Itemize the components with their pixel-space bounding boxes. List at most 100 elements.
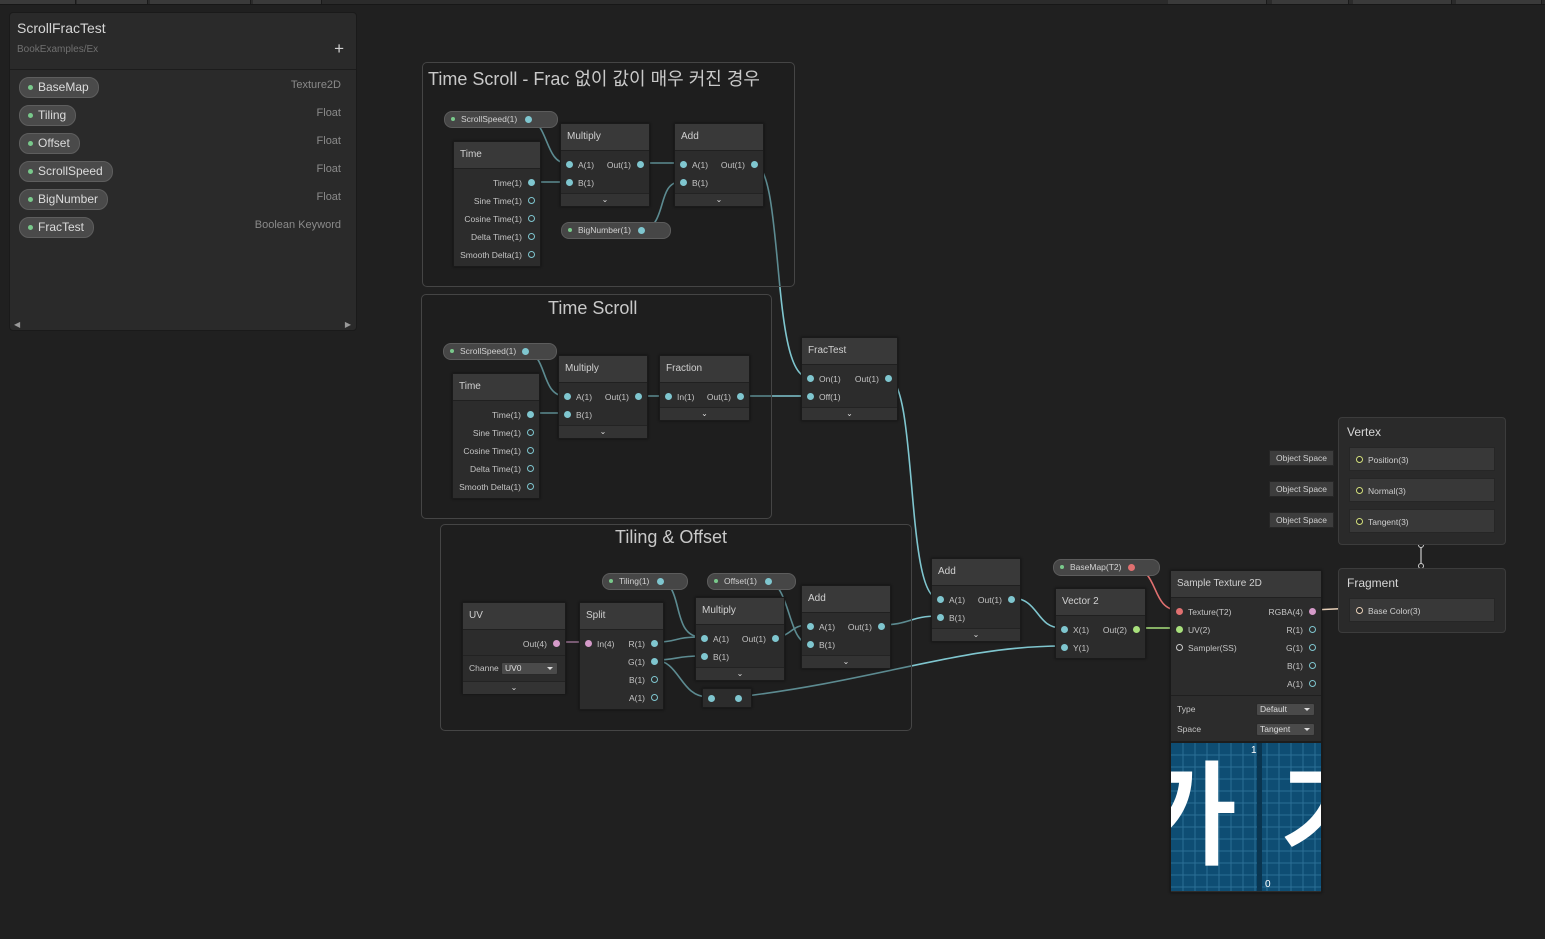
output-port[interactable]: [878, 623, 885, 630]
property-node-basemap[interactable]: BaseMap(T2): [1053, 559, 1160, 576]
group-title[interactable]: Time Scroll - Frac 없이 값이 매우 커진 경우: [428, 65, 760, 91]
output-port[interactable]: [527, 483, 534, 490]
group-title[interactable]: Tiling & Offset: [615, 527, 727, 548]
property-pill[interactable]: Offset: [19, 133, 80, 154]
input-port[interactable]: [1356, 518, 1363, 525]
property-node-bignumber[interactable]: BigNumber(1): [561, 222, 671, 239]
toolbar-toggle[interactable]: [1456, 0, 1542, 4]
property-pill[interactable]: BigNumber: [19, 189, 109, 210]
group-title[interactable]: Time Scroll: [548, 298, 637, 319]
input-port[interactable]: [585, 640, 592, 647]
output-port[interactable]: [735, 695, 742, 702]
expand-chevron-icon[interactable]: ⌄: [932, 628, 1020, 641]
input-port[interactable]: [1061, 644, 1068, 651]
fractest-keyword-node[interactable]: FracTest On(1) Off(1) Out(1) ⌄: [801, 337, 898, 421]
vertex-tangent-slot[interactable]: Tangent(3): [1349, 509, 1495, 533]
scroll-left-icon[interactable]: ◀: [14, 320, 20, 329]
property-row[interactable]: BigNumber Float: [19, 189, 341, 210]
type-dropdown[interactable]: Default: [1256, 703, 1315, 716]
input-port[interactable]: [1356, 456, 1363, 463]
output-port[interactable]: [1309, 626, 1316, 633]
time-node[interactable]: Time Time(1) Sine Time(1) Cosine Time(1)…: [453, 141, 541, 267]
output-port[interactable]: [772, 635, 779, 642]
input-port[interactable]: [701, 653, 708, 660]
input-port[interactable]: [807, 375, 814, 382]
property-pill[interactable]: ScrollSpeed: [19, 161, 113, 182]
horizontal-scrollbar[interactable]: ◀ ▶: [11, 319, 355, 329]
add-node[interactable]: Add A(1) B(1) Out(1) ⌄: [801, 585, 891, 669]
property-pill[interactable]: BaseMap: [19, 77, 99, 98]
expand-chevron-icon[interactable]: ⌄: [802, 407, 897, 420]
property-pill[interactable]: FracTest: [19, 217, 95, 238]
fraction-node[interactable]: Fraction In(1) Out(1) ⌄: [659, 355, 750, 421]
property-row[interactable]: FracTest Boolean Keyword: [19, 217, 341, 238]
property-row[interactable]: Offset Float: [19, 133, 341, 154]
sample-texture-2d-node[interactable]: Sample Texture 2D Texture(T2) UV(2) Samp…: [1170, 570, 1322, 893]
output-port[interactable]: [528, 251, 535, 258]
output-port[interactable]: [527, 429, 534, 436]
add-node[interactable]: Add A(1) B(1) Out(1) ⌄: [674, 123, 764, 207]
input-port[interactable]: [1176, 608, 1183, 615]
editor-tab[interactable]: [253, 0, 322, 4]
input-port[interactable]: [665, 393, 672, 400]
input-port[interactable]: [807, 393, 814, 400]
output-port[interactable]: [635, 393, 642, 400]
toolbar-toggle[interactable]: [1353, 0, 1452, 4]
multiply-node[interactable]: Multiply A(1) B(1) Out(1) ⌄: [560, 123, 650, 207]
property-row[interactable]: Tiling Float: [19, 105, 341, 126]
output-port[interactable]: [1309, 680, 1316, 687]
output-port[interactable]: [1128, 564, 1135, 571]
scroll-right-icon[interactable]: ▶: [345, 320, 351, 329]
output-port[interactable]: [1133, 626, 1140, 633]
uv-node[interactable]: UV Out(4) Channe UV0 ⌄: [462, 602, 566, 694]
fragment-base-color-slot[interactable]: Base Color(3): [1349, 598, 1495, 622]
input-port[interactable]: [566, 161, 573, 168]
editor-tab[interactable]: [0, 0, 76, 4]
input-port[interactable]: [566, 179, 573, 186]
property-node-offset[interactable]: Offset(1): [707, 573, 796, 590]
output-port[interactable]: [638, 227, 645, 234]
vertex-context[interactable]: Vertex Position(3) Normal(3) Tangent(3): [1338, 417, 1506, 545]
multiply-node[interactable]: Multiply A(1) B(1) Out(1) ⌄: [558, 355, 648, 439]
expand-chevron-icon[interactable]: ⌄: [561, 193, 649, 206]
channel-dropdown[interactable]: UV0: [501, 662, 558, 675]
output-port[interactable]: [737, 393, 744, 400]
add-node[interactable]: Add A(1) B(1) Out(1) ⌄: [931, 558, 1021, 642]
property-row[interactable]: BaseMap Texture2D: [19, 77, 341, 98]
editor-tab[interactable]: [150, 0, 251, 4]
output-port[interactable]: [525, 116, 532, 123]
output-port[interactable]: [651, 640, 658, 647]
output-port[interactable]: [751, 161, 758, 168]
output-port[interactable]: [885, 375, 892, 382]
expand-chevron-icon[interactable]: ⌄: [559, 425, 647, 438]
output-port[interactable]: [765, 578, 772, 585]
output-port[interactable]: [657, 578, 664, 585]
object-space-tag[interactable]: Object Space: [1269, 512, 1335, 528]
vector2-node[interactable]: Vector 2 X(1) Y(1) Out(2): [1055, 588, 1146, 659]
expand-chevron-icon[interactable]: ⌄: [802, 655, 890, 668]
input-port[interactable]: [937, 596, 944, 603]
output-port[interactable]: [553, 640, 560, 647]
input-port[interactable]: [564, 393, 571, 400]
property-pill[interactable]: Tiling: [19, 105, 77, 126]
input-port[interactable]: [937, 614, 944, 621]
split-node[interactable]: Split In(4) R(1) G(1) B(1) A(1): [579, 602, 664, 710]
add-property-button[interactable]: +: [334, 39, 344, 59]
toolbar-toggle[interactable]: [1168, 0, 1267, 4]
fragment-context[interactable]: Fragment Base Color(3): [1338, 568, 1506, 633]
time-node[interactable]: Time Time(1) Sine Time(1) Cosine Time(1)…: [452, 373, 540, 499]
output-port[interactable]: [651, 658, 658, 665]
output-port[interactable]: [527, 447, 534, 454]
output-port[interactable]: [651, 694, 658, 701]
reroute-node[interactable]: [702, 688, 752, 708]
editor-tab[interactable]: [77, 0, 148, 4]
output-port[interactable]: [637, 161, 644, 168]
output-port[interactable]: [527, 411, 534, 418]
expand-chevron-icon[interactable]: ⌄: [463, 681, 565, 694]
input-port[interactable]: [807, 641, 814, 648]
input-port[interactable]: [564, 411, 571, 418]
space-dropdown[interactable]: Tangent: [1256, 723, 1315, 736]
object-space-tag[interactable]: Object Space: [1269, 481, 1335, 497]
property-node-scrollspeed[interactable]: ScrollSpeed(1): [444, 111, 558, 128]
property-node-tiling[interactable]: Tiling(1): [602, 573, 688, 590]
